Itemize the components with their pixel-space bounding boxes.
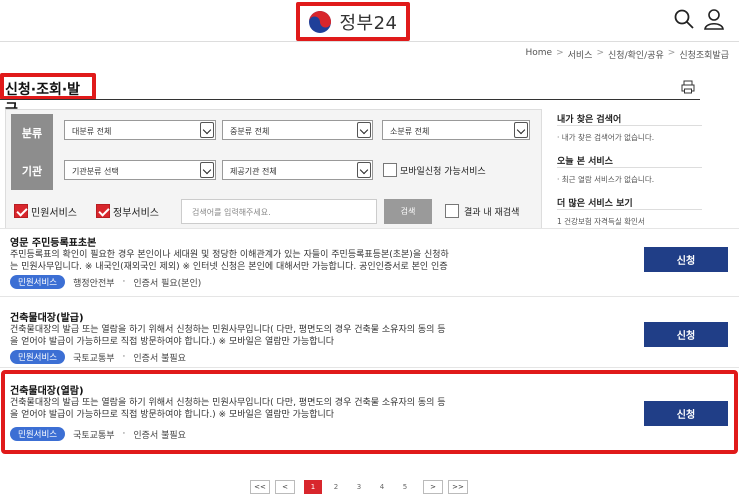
result-description: 건축물대장의 발급 또는 열람을 하기 위해서 신청하는 민원사무입니다( 다만… [10,397,630,421]
mobile-service-label: 모바일신청 가능서비스 [400,167,486,177]
result-meta: 민원서비스 행정안전부 · 인증서 필요(본인) [10,275,201,289]
meta-dot: · [122,352,126,362]
sidebar-divider [557,209,702,210]
organization-row-label: 기관 [11,152,53,190]
result-description: 건축물대장의 발급 또는 열람을 하기 위해서 신청하는 민원사무입니다( 다만… [10,324,630,348]
search-input[interactable]: 검색어를 입력해주세요. [181,199,377,224]
chevron-down-icon [357,162,371,178]
title-divider [0,99,700,100]
page-5-button[interactable]: 5 [396,480,414,494]
result-org: 국토교통부 [73,353,115,364]
mid-category-value: 중분류 전체 [230,127,270,136]
result-divider [0,367,739,368]
apply-button[interactable]: 신청 [644,322,728,347]
org-type-value: 기관분류 선택 [72,167,119,176]
page-3-button[interactable]: 3 [350,480,368,494]
page-title: 신청·조회·발급 [0,73,96,118]
my-search-title: 내가 찾은 검색어 [557,115,622,125]
minor-category-value: 소분류 전체 [390,127,430,136]
today-viewed-empty: · 최근 열람 서비스가 없습니다. [557,175,655,184]
more-services-title[interactable]: 더 많은 서비스 보기 [557,196,633,209]
meta-dot: · [122,429,126,439]
breadcrumb-apply-share[interactable]: 신청/확인/공유 [608,48,664,61]
breadcrumb-services[interactable]: 서비스 [568,48,593,61]
taegeuk-logo-icon [309,10,332,33]
major-category-value: 대분류 전체 [72,127,112,136]
result-title[interactable]: 영문 주민등록표초본 [10,234,96,249]
site-header: 정부24 [0,0,739,42]
gov-service-checkbox[interactable] [96,204,110,218]
result-description-line: 을 얻어야 발급이 가능하므로 직접 방문하여야 합니다.) ※ 모바일은 열람… [10,410,335,420]
research-label: 결과 내 재검색 [464,208,520,218]
result-title[interactable]: 건축물대장(발급) [10,309,84,324]
my-search-empty: · 내가 찾은 검색어가 없습니다. [557,133,655,142]
last-page-button[interactable]: >> [448,480,468,494]
result-org: 국토교통부 [73,430,115,441]
chevron-down-icon [200,162,214,178]
next-page-button[interactable]: > [423,480,443,494]
breadcrumb: Home > 서비스 > 신청/확인/공유 > 신청조회발급 [526,48,730,61]
gov-service-label: 정부서비스 [113,208,159,219]
provider-value: 제공기관 전체 [230,167,277,176]
search-filter-panel: 분류 대분류 전체 중분류 전체 소분류 전체 기관 기관분류 선택 제공기관 … [5,109,542,229]
result-description: 주민등록표의 확인이 필요한 경우 본인이나 세대원 및 정당한 이해관계가 있… [10,249,630,273]
search-button[interactable]: 검색 [384,199,432,224]
page-1-button[interactable]: 1 [304,480,322,494]
search-icon[interactable] [673,8,695,30]
search-placeholder: 검색어를 입력해주세요. [192,208,271,217]
today-viewed-title: 오늘 본 서비스 [557,157,613,167]
result-meta: 민원서비스 국토교통부 · 인증서 불필요 [10,350,186,364]
civil-service-label: 민원서비스 [31,208,77,219]
meta-dot: · [122,277,126,287]
first-page-button[interactable]: << [250,480,270,494]
chevron-down-icon [200,122,214,138]
result-divider [0,296,739,297]
result-description-line: 건축물대장의 발급 또는 열람을 하기 위해서 신청하는 민원사무입니다( 다만… [10,325,446,335]
category-row-label: 분류 [11,114,53,152]
sidebar-divider [557,167,702,168]
breadcrumb-home[interactable]: Home [526,48,553,61]
result-title[interactable]: 건축물대장(열람) [10,382,84,397]
result-description-line: 건축물대장의 발급 또는 열람을 하기 위해서 신청하는 민원사무입니다( 다만… [10,398,446,408]
result-cert: 인증서 필요(본인) [133,278,202,289]
breadcrumb-separator: > [667,48,676,58]
result-cert: 인증서 불필요 [133,430,186,441]
sidebar-divider [557,125,702,126]
civil-service-checkbox[interactable] [14,204,28,218]
result-description-line: 을 얻어야 발급이 가능하므로 직접 방문하여야 합니다.) ※ 모바일은 열람… [10,337,335,347]
result-org: 행정안전부 [73,278,115,289]
apply-button[interactable]: 신청 [644,247,728,272]
breadcrumb-current: 신청조회발급 [679,51,729,61]
mobile-service-checkbox[interactable] [383,163,397,177]
breadcrumb-separator: > [556,48,564,58]
page-2-button[interactable]: 2 [327,480,345,494]
provider-select[interactable]: 제공기관 전체 [222,160,373,180]
research-checkbox[interactable] [445,204,459,218]
major-category-select[interactable]: 대분류 전체 [64,120,216,140]
results-top-divider [0,228,739,229]
civil-service-badge: 민원서비스 [10,350,66,364]
page-4-button[interactable]: 4 [373,480,391,494]
civil-service-badge: 민원서비스 [10,427,66,441]
print-icon[interactable] [681,80,695,94]
result-description-line: 주민등록표의 확인이 필요한 경우 본인이나 세대원 및 정당한 이해관계가 있… [10,250,449,260]
prev-page-button[interactable]: < [275,480,295,494]
pagination: << < 1 2 3 4 5 > >> [250,480,468,494]
logo-text: 정부24 [339,12,398,34]
result-cert: 인증서 불필요 [133,353,186,364]
user-icon[interactable] [703,8,725,30]
more-services-item[interactable]: 1 건강보험 자격득실 확인서 [557,216,645,227]
chevron-down-icon [357,122,371,138]
logo-highlight-box[interactable]: 정부24 [296,2,410,41]
civil-service-badge: 민원서비스 [10,275,66,289]
breadcrumb-separator: > [596,48,605,58]
result-description-line: 는 민원사무입니다. ※ 내국인(재외국인 제외) ※ 인터넷 신청은 본인에 … [10,262,448,272]
mid-category-select[interactable]: 중분류 전체 [222,120,373,140]
org-type-select[interactable]: 기관분류 선택 [64,160,216,180]
minor-category-select[interactable]: 소분류 전체 [382,120,530,140]
apply-button[interactable]: 신청 [644,401,728,426]
chevron-down-icon [514,122,528,138]
result-meta: 민원서비스 국토교통부 · 인증서 불필요 [10,427,186,441]
